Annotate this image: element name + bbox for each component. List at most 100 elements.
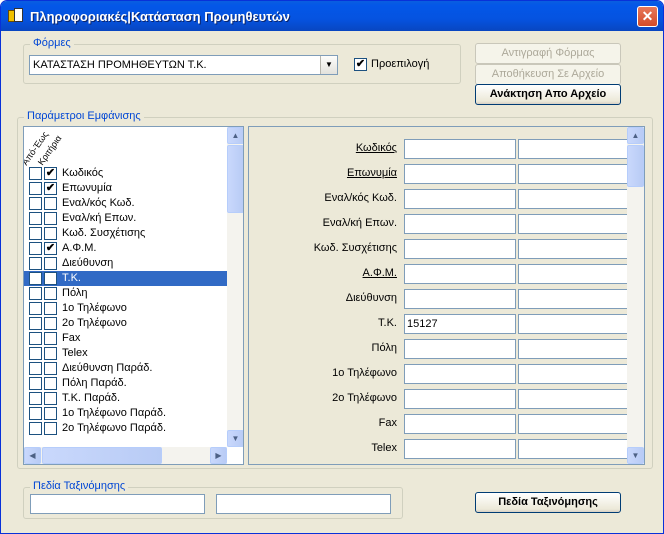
criteria-to-input[interactable]	[518, 264, 628, 284]
fromto-checkbox[interactable]	[29, 197, 42, 210]
criteria-checkbox[interactable]	[44, 377, 57, 390]
fromto-checkbox[interactable]	[29, 272, 42, 285]
fromto-checkbox[interactable]	[29, 422, 42, 435]
criteria-checkbox[interactable]	[44, 227, 57, 240]
close-button[interactable]: ✕	[637, 6, 658, 27]
criteria-checkbox[interactable]	[44, 422, 57, 435]
list-vertical-scrollbar[interactable]: ▲ ▼	[227, 127, 243, 447]
criteria-checkbox[interactable]	[44, 362, 57, 375]
criteria-from-input[interactable]	[404, 139, 516, 159]
list-item[interactable]: Πόλη Παράδ.	[24, 376, 227, 391]
criteria-checkbox[interactable]	[44, 197, 57, 210]
criteria-to-input[interactable]	[518, 139, 628, 159]
scroll-down-icon[interactable]: ▼	[627, 447, 644, 464]
criteria-from-input[interactable]	[404, 239, 516, 259]
criteria-from-input[interactable]	[404, 439, 516, 459]
list-item[interactable]: Fax	[24, 331, 227, 346]
scroll-thumb[interactable]	[627, 145, 644, 187]
criteria-to-input[interactable]	[518, 214, 628, 234]
sort-field-1[interactable]	[30, 494, 205, 514]
criteria-vertical-scrollbar[interactable]: ▲ ▼	[627, 127, 644, 464]
list-item[interactable]: ✔ Τ.Κ.	[24, 271, 227, 286]
list-item[interactable]: 2ο Τηλέφωνο Παράδ.	[24, 421, 227, 436]
fromto-checkbox[interactable]	[29, 317, 42, 330]
scroll-down-icon[interactable]: ▼	[227, 430, 243, 447]
fromto-checkbox[interactable]	[29, 347, 42, 360]
sort-fields-button[interactable]: Πεδία Ταξινόμησης	[475, 492, 621, 513]
criteria-checkbox[interactable]	[44, 257, 57, 270]
criteria-to-input[interactable]	[518, 364, 628, 384]
criteria-from-input[interactable]	[404, 189, 516, 209]
criteria-to-input[interactable]	[518, 239, 628, 259]
criteria-to-input[interactable]	[518, 289, 628, 309]
criteria-checkbox[interactable]: ✔	[44, 242, 57, 255]
criteria-to-input[interactable]	[518, 189, 628, 209]
list-item[interactable]: Εναλ/κή Επων.	[24, 211, 227, 226]
list-item[interactable]: Διεύθυνση	[24, 256, 227, 271]
list-item[interactable]: Τ.Κ. Παράδ.	[24, 391, 227, 406]
scroll-up-icon[interactable]: ▲	[627, 127, 644, 144]
fromto-checkbox[interactable]	[29, 227, 42, 240]
copy-form-button[interactable]: Αντιγραφή Φόρμας	[475, 43, 621, 64]
fromto-checkbox[interactable]	[29, 392, 42, 405]
criteria-from-input[interactable]	[404, 289, 516, 309]
sort-field-2[interactable]	[216, 494, 391, 514]
criteria-to-input[interactable]	[518, 439, 628, 459]
criteria-checkbox[interactable]	[44, 287, 57, 300]
list-item[interactable]: Telex	[24, 346, 227, 361]
criteria-from-input[interactable]: 15127	[404, 314, 516, 334]
fromto-checkbox[interactable]	[29, 257, 42, 270]
criteria-checkbox[interactable]: ✔	[44, 272, 57, 285]
criteria-checkbox[interactable]	[44, 392, 57, 405]
scroll-left-icon[interactable]: ◀	[24, 447, 41, 464]
list-item[interactable]: 1ο Τηλέφωνο	[24, 301, 227, 316]
criteria-checkbox[interactable]	[44, 302, 57, 315]
criteria-from-input[interactable]	[404, 164, 516, 184]
criteria-to-input[interactable]	[518, 339, 628, 359]
forms-combo[interactable]: ΚΑΤΑΣΤΑΣΗ ΠΡΟΜΗΘΕΥΤΩΝ Τ.Κ. ▼	[29, 55, 338, 75]
save-to-file-button[interactable]: Αποθήκευση Σε Αρχείο	[475, 64, 621, 85]
fromto-checkbox[interactable]	[29, 407, 42, 420]
criteria-to-input[interactable]	[518, 314, 628, 334]
list-item[interactable]: 2ο Τηλέφωνο	[24, 316, 227, 331]
criteria-to-input[interactable]	[518, 389, 628, 409]
list-item[interactable]: ✔ Επωνυμία	[24, 181, 227, 196]
criteria-from-input[interactable]	[404, 364, 516, 384]
fromto-checkbox[interactable]	[29, 302, 42, 315]
fromto-checkbox[interactable]	[29, 287, 42, 300]
fromto-checkbox[interactable]	[29, 167, 42, 180]
chevron-down-icon[interactable]: ▼	[320, 56, 337, 74]
default-checkbox[interactable]: ✔	[354, 58, 367, 71]
scroll-up-icon[interactable]: ▲	[227, 127, 243, 144]
load-from-file-button[interactable]: Ανάκτηση Απο Αρχείο	[475, 84, 621, 105]
list-item[interactable]: Πόλη	[24, 286, 227, 301]
criteria-from-input[interactable]	[404, 339, 516, 359]
criteria-from-input[interactable]	[404, 264, 516, 284]
criteria-checkbox[interactable]	[44, 212, 57, 225]
criteria-checkbox[interactable]	[44, 347, 57, 360]
list-item[interactable]: Εναλ/κός Κωδ.	[24, 196, 227, 211]
list-item[interactable]: ✔ Α.Φ.Μ.	[24, 241, 227, 256]
fromto-checkbox[interactable]	[29, 377, 42, 390]
hscroll-thumb[interactable]	[42, 447, 162, 464]
list-item[interactable]: Κωδ. Συσχέτισης	[24, 226, 227, 241]
criteria-to-input[interactable]	[518, 164, 628, 184]
list-item[interactable]: ✔ Κωδικός	[24, 166, 227, 181]
fromto-checkbox[interactable]	[29, 332, 42, 345]
criteria-from-input[interactable]	[404, 414, 516, 434]
criteria-checkbox[interactable]	[44, 332, 57, 345]
fromto-checkbox[interactable]	[29, 362, 42, 375]
criteria-from-input[interactable]	[404, 389, 516, 409]
criteria-from-input[interactable]	[404, 214, 516, 234]
criteria-checkbox[interactable]	[44, 317, 57, 330]
criteria-checkbox[interactable]: ✔	[44, 167, 57, 180]
list-item[interactable]: 1ο Τηλέφωνο Παράδ.	[24, 406, 227, 421]
criteria-checkbox[interactable]: ✔	[44, 182, 57, 195]
list-item[interactable]: Διεύθυνση Παράδ.	[24, 361, 227, 376]
scroll-thumb[interactable]	[227, 145, 243, 213]
fromto-checkbox[interactable]	[29, 182, 42, 195]
criteria-checkbox[interactable]	[44, 407, 57, 420]
fromto-checkbox[interactable]	[29, 212, 42, 225]
fromto-checkbox[interactable]	[29, 242, 42, 255]
scroll-right-icon[interactable]: ▶	[210, 447, 227, 464]
